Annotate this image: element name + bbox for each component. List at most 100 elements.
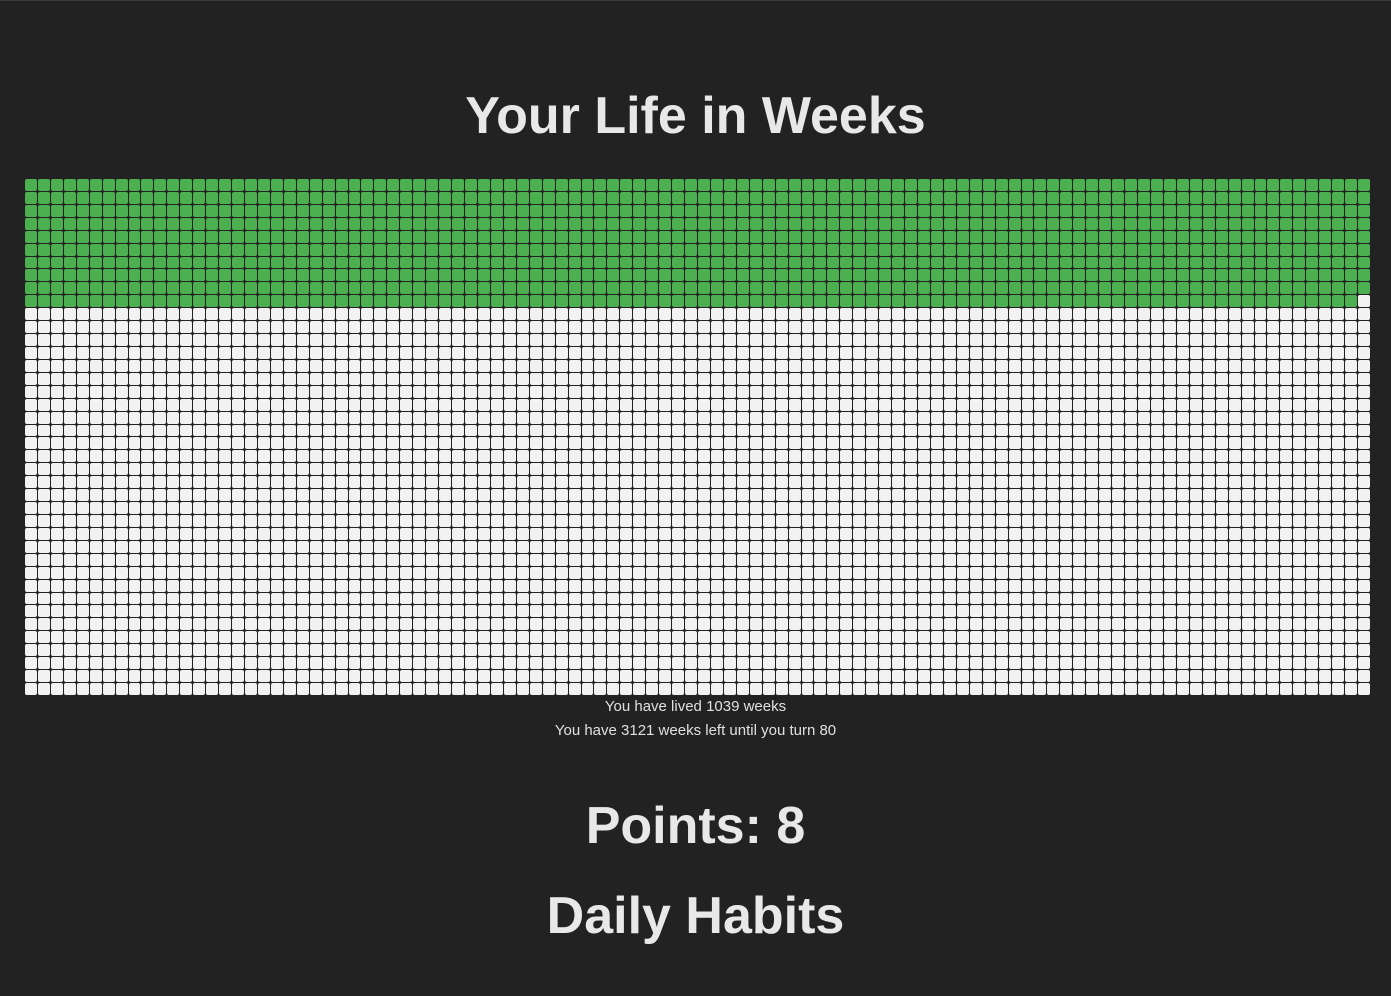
week-cell-remaining: [1138, 527, 1150, 540]
week-cell-remaining: [710, 670, 723, 683]
week-cell-remaining: [76, 553, 89, 566]
week-cell-remaining: [257, 540, 270, 553]
week-cell-remaining: [1319, 424, 1332, 437]
week-cell-remaining: [529, 321, 542, 334]
week-cell-remaining: [348, 605, 361, 618]
week-cell-remaining: [400, 527, 413, 540]
week-cell-remaining: [594, 476, 607, 489]
week-cell-remaining: [1215, 579, 1228, 592]
week-cell-remaining: [1086, 437, 1099, 450]
week-cell-remaining: [568, 321, 581, 334]
week-cell-remaining: [387, 566, 400, 579]
week-cell-lived: [154, 269, 167, 282]
week-cell-remaining: [723, 308, 736, 321]
week-cell-lived: [348, 256, 361, 269]
week-cell-remaining: [697, 385, 710, 398]
week-cell-remaining: [309, 385, 322, 398]
week-cell-remaining: [788, 527, 801, 540]
week-cell-remaining: [1021, 463, 1034, 476]
week-cell-remaining: [827, 553, 840, 566]
week-cell-remaining: [710, 411, 723, 424]
week-cell-remaining: [115, 489, 128, 502]
week-cell-lived: [529, 269, 542, 282]
week-cell-remaining: [374, 346, 387, 359]
week-cell-remaining: [1176, 527, 1189, 540]
week-cell-remaining: [25, 450, 37, 463]
week-cell-remaining: [853, 553, 866, 566]
week-cell-lived: [89, 217, 102, 230]
week-cell-remaining: [387, 334, 400, 346]
week-cell-remaining: [1163, 527, 1176, 540]
week-cell-remaining: [918, 450, 930, 463]
week-cell-remaining: [943, 398, 956, 411]
week-cell-lived: [426, 243, 439, 256]
week-cell-remaining: [270, 346, 283, 359]
week-cell-remaining: [1228, 476, 1241, 489]
week-cell-remaining: [387, 463, 400, 476]
week-cell-lived: [1060, 230, 1073, 243]
week-cell-remaining: [1306, 321, 1319, 334]
week-cell-remaining: [736, 553, 749, 566]
week-cell-remaining: [956, 372, 969, 385]
week-cell-remaining: [452, 670, 465, 683]
week-cell-remaining: [930, 540, 943, 553]
week-cell-remaining: [607, 670, 620, 683]
week-cell-remaining: [866, 631, 879, 644]
week-cell-remaining: [736, 502, 749, 514]
week-cell-remaining: [1034, 670, 1047, 683]
week-cell-remaining: [1034, 334, 1047, 346]
week-cell-lived: [607, 295, 620, 308]
week-cell-remaining: [270, 540, 283, 553]
week-cell-remaining: [1189, 514, 1202, 527]
week-cell-remaining: [633, 644, 646, 657]
week-cell-remaining: [646, 346, 659, 359]
week-cell-remaining: [193, 657, 206, 670]
week-cell-remaining: [348, 321, 361, 334]
week-cell-remaining: [426, 411, 439, 424]
week-cell-remaining: [633, 476, 646, 489]
week-cell-remaining: [866, 334, 879, 346]
week-cell-remaining: [361, 683, 374, 695]
week-cell-remaining: [1345, 527, 1358, 540]
week-cell-remaining: [736, 321, 749, 334]
week-cell-remaining: [672, 644, 685, 657]
week-cell-remaining: [659, 359, 672, 372]
week-cell-remaining: [516, 385, 529, 398]
week-cell-remaining: [180, 579, 193, 592]
week-cell-lived: [490, 230, 503, 243]
week-cell-lived: [257, 230, 270, 243]
week-cell-remaining: [685, 553, 697, 566]
week-cell-lived: [1099, 243, 1112, 256]
week-cell-lived: [866, 179, 879, 191]
week-cell-remaining: [581, 579, 594, 592]
week-cell-remaining: [969, 644, 982, 657]
week-cell-lived: [982, 269, 995, 282]
week-cell-remaining: [1176, 308, 1189, 321]
week-cell-remaining: [1125, 553, 1138, 566]
week-cell-lived: [736, 230, 749, 243]
week-cell-remaining: [348, 579, 361, 592]
week-cell-remaining: [180, 631, 193, 644]
week-cell-remaining: [257, 437, 270, 450]
week-cell-lived: [840, 295, 853, 308]
week-cell-remaining: [1189, 385, 1202, 398]
week-cell-remaining: [76, 631, 89, 644]
week-cell-remaining: [193, 631, 206, 644]
week-cell-remaining: [63, 359, 76, 372]
week-cell-lived: [503, 269, 516, 282]
week-cell-remaining: [257, 346, 270, 359]
week-cell-remaining: [465, 683, 477, 695]
week-cell-remaining: [1332, 540, 1345, 553]
week-cell-remaining: [1306, 631, 1319, 644]
week-cell-lived: [102, 217, 115, 230]
week-cell-remaining: [1189, 398, 1202, 411]
week-cell-remaining: [995, 540, 1008, 553]
week-cell-remaining: [335, 579, 348, 592]
week-cell-lived: [1345, 282, 1358, 295]
week-cell-lived: [736, 243, 749, 256]
week-cell-remaining: [128, 579, 141, 592]
week-cell-lived: [283, 269, 296, 282]
week-cell-remaining: [219, 631, 232, 644]
week-cell-lived: [439, 230, 452, 243]
week-cell-remaining: [1138, 334, 1150, 346]
